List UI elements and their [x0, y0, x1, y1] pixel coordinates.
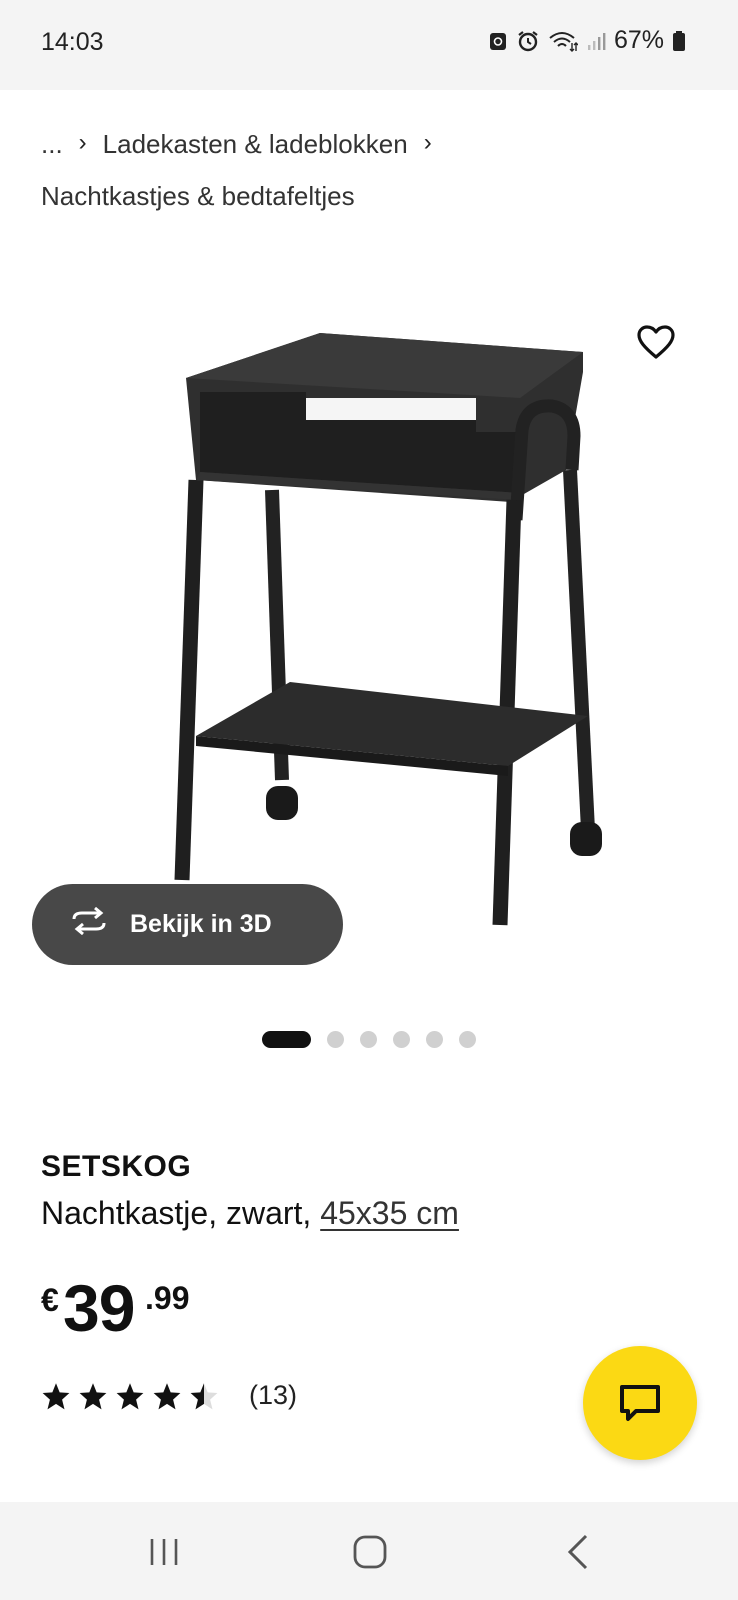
- product-type: Nachtkastje, zwart,: [41, 1195, 312, 1231]
- carousel-dot-1[interactable]: [262, 1031, 311, 1048]
- breadcrumb-ellipsis[interactable]: ...: [41, 118, 63, 170]
- status-icons: 67%: [488, 26, 686, 55]
- chat-button[interactable]: [583, 1346, 697, 1460]
- lock-icon: [488, 30, 508, 52]
- image-carousel-indicator: [262, 1031, 476, 1048]
- recent-apps-icon: [150, 1539, 178, 1565]
- view-in-3d-button[interactable]: Bekijk in 3D: [32, 884, 343, 965]
- signal-icon: [586, 30, 606, 52]
- chevron-right-icon: ›: [78, 129, 87, 156]
- product-size-link[interactable]: 45x35 cm: [320, 1195, 459, 1231]
- carousel-dot-3[interactable]: [360, 1031, 377, 1048]
- system-navigation-bar: [0, 1502, 738, 1600]
- carousel-dot-2[interactable]: [327, 1031, 344, 1048]
- rotate-3d-icon: [68, 906, 110, 942]
- breadcrumb: ... › Ladekasten & ladeblokken › Nachtka…: [41, 118, 701, 222]
- wifi-icon: [548, 30, 578, 52]
- back-button[interactable]: [548, 1530, 608, 1574]
- breadcrumb-item-nachtkastjes[interactable]: Nachtkastjes & bedtafeltjes: [41, 170, 355, 222]
- star-full-icon: [79, 1382, 107, 1409]
- price-integer: 39: [63, 1271, 135, 1345]
- status-bar: 14:03 67%: [0, 0, 738, 90]
- breadcrumb-item-ladekasten[interactable]: Ladekasten & ladeblokken: [103, 118, 408, 170]
- heart-icon: [637, 325, 675, 359]
- status-time: 14:03: [41, 28, 104, 56]
- product-rating[interactable]: (13): [41, 1380, 297, 1411]
- star-full-icon: [153, 1382, 181, 1409]
- view-in-3d-label: Bekijk in 3D: [130, 910, 272, 938]
- carousel-dot-6[interactable]: [459, 1031, 476, 1048]
- battery-percent: 67%: [613, 26, 664, 54]
- price-currency: €: [41, 1282, 59, 1318]
- price-decimal: .99: [145, 1280, 190, 1316]
- rating-stars: [41, 1382, 219, 1410]
- back-chevron-icon: [567, 1534, 588, 1570]
- battery-icon: [672, 30, 686, 52]
- product-name: SETSKOG: [41, 1150, 192, 1183]
- carousel-dot-4[interactable]: [393, 1031, 410, 1048]
- review-count: (13): [249, 1380, 298, 1410]
- chevron-right-icon: ›: [423, 129, 432, 156]
- carousel-dot-5[interactable]: [426, 1031, 443, 1048]
- star-full-icon: [116, 1382, 144, 1409]
- alarm-icon: [516, 30, 540, 52]
- star-full-icon: [42, 1382, 70, 1409]
- product-description: Nachtkastje, zwart, 45x35 cm: [41, 1195, 459, 1232]
- home-button[interactable]: [340, 1530, 400, 1574]
- home-icon: [353, 1535, 387, 1569]
- recent-apps-button[interactable]: [134, 1530, 194, 1574]
- favorite-heart-button[interactable]: [632, 318, 680, 366]
- star-half-icon: [190, 1382, 218, 1409]
- product-image[interactable]: [0, 300, 738, 940]
- chat-bubble-icon: [620, 1385, 660, 1421]
